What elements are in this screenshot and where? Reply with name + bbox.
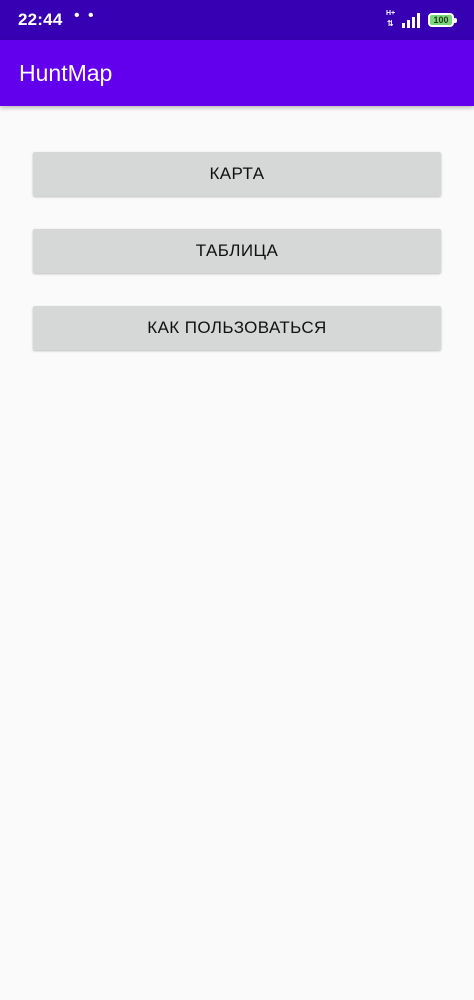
app-bar: HuntMap	[0, 40, 474, 106]
map-button[interactable]: КАРТА	[33, 152, 441, 196]
status-bar: 22:44 • • H+ ⇅ 100	[0, 0, 474, 40]
app-title: HuntMap	[19, 60, 113, 86]
battery-icon: 100	[428, 13, 457, 27]
battery-level: 100	[433, 14, 449, 25]
signal-bar	[407, 20, 410, 28]
signal-bar	[417, 13, 420, 28]
signal-strength-icon	[402, 12, 420, 28]
network-type-label: H+	[386, 10, 396, 17]
status-icons: H+ ⇅ 100	[386, 10, 457, 29]
notification-dots-icon: • •	[74, 7, 96, 24]
how-to-use-button[interactable]: КАК ПОЛЬЗОВАТЬСЯ	[33, 306, 441, 350]
status-time: 22:44	[18, 10, 63, 29]
network-activity-arrows: ⇅	[387, 19, 394, 28]
signal-bar	[412, 17, 415, 28]
main-content: КАРТА ТАБЛИЦА КАК ПОЛЬЗОВАТЬСЯ	[0, 106, 474, 1000]
signal-bar	[402, 23, 405, 28]
network-type-icon: H+ ⇅	[386, 10, 400, 29]
table-button[interactable]: ТАБЛИЦА	[33, 229, 441, 273]
